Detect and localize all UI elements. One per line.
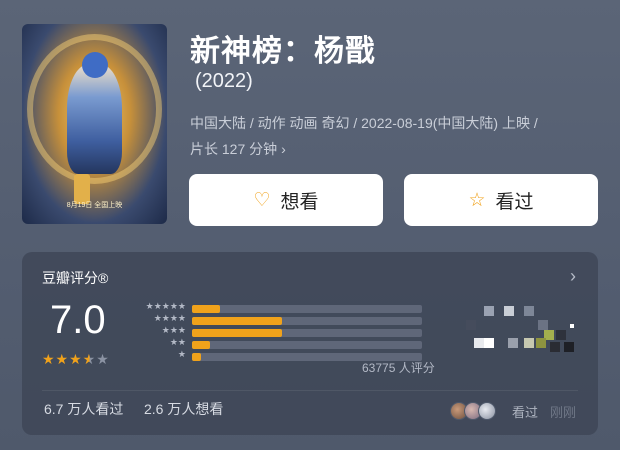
rating-row-label: ★★★★★: [145, 301, 186, 311]
star-half-icon: ★: [82, 351, 97, 367]
chevron-right-icon: ›: [281, 141, 286, 157]
pixelated-image: [452, 302, 592, 362]
watched-button[interactable]: ☆ 看过: [404, 174, 598, 226]
rating-row-track: [192, 317, 422, 325]
poster-release-date: 8月19日 全国上映: [66, 202, 123, 209]
star-outline-icon: ☆: [468, 189, 486, 211]
recent-seen-label: 看过: [512, 405, 539, 420]
rating-stars: ★★★★★: [42, 351, 110, 368]
star-filled-icon: ★★★: [42, 351, 83, 367]
rating-row-label: ★★★★: [153, 313, 186, 323]
rating-row-track: [192, 305, 422, 313]
rating-row-label: ★★★: [161, 325, 186, 335]
watched-label: 看过: [495, 191, 534, 213]
star-empty-icon: ★: [96, 351, 110, 367]
rating-row-label: ★★: [169, 337, 186, 347]
want-to-watch-button[interactable]: ♡ 想看: [189, 174, 383, 226]
rating-header: 豆瓣评分®: [42, 270, 109, 286]
chevron-right-icon[interactable]: ›: [570, 266, 576, 287]
rating-row-track: [192, 341, 422, 349]
rating-row-bar: [192, 317, 282, 325]
card-divider: [42, 390, 578, 391]
rating-distribution: ★★★★★ ★★★★ ★★★ ★★ ★: [134, 301, 424, 362]
recent-viewers-avatars[interactable]: [450, 402, 510, 422]
runtime-text: 片长 127 分钟: [190, 141, 278, 157]
movie-poster[interactable]: 8月19日 全国上映: [22, 24, 167, 224]
rating-row-bar: [192, 329, 282, 337]
movie-meta-line2: 片长 127 分钟 ›: [190, 136, 600, 162]
movie-meta-line1: 中国大陆 / 动作 动画 奇幻 / 2022-08-19(中国大陆) 上映 /: [190, 115, 538, 131]
movie-detail-page: { "movie": { "title": "新神榜：杨戬", "year": …: [0, 0, 620, 450]
watched-count[interactable]: 6.7 万人看过: [44, 399, 123, 419]
heart-plus-icon: ♡: [253, 189, 271, 211]
rating-row-label: ★: [177, 349, 186, 359]
rating-count: 63775 人评分: [362, 361, 435, 375]
movie-title: 新神榜：杨戬: [190, 35, 376, 68]
rating-row-bar: [192, 353, 202, 361]
rating-row-track: [192, 329, 422, 337]
avatar: [478, 402, 496, 420]
wishing-count[interactable]: 2.6 万人想看: [144, 399, 223, 419]
movie-year: (2022): [195, 70, 253, 92]
rating-row-bar: [192, 305, 220, 313]
rating-card[interactable]: 豆瓣评分® › 7.0 ★★★★★ ★★★★★ ★★★★ ★★★ ★★ ★ 63…: [22, 252, 598, 435]
want-to-watch-label: 想看: [280, 191, 319, 213]
poster-figure: [67, 64, 122, 174]
recent-time-label: 刚刚: [550, 405, 577, 420]
rating-score: 7.0: [50, 298, 106, 342]
poster-head: [82, 52, 108, 78]
rating-row-bar: [192, 341, 211, 349]
movie-meta[interactable]: 中国大陆 / 动作 动画 奇幻 / 2022-08-19(中国大陆) 上映 / …: [190, 110, 600, 162]
